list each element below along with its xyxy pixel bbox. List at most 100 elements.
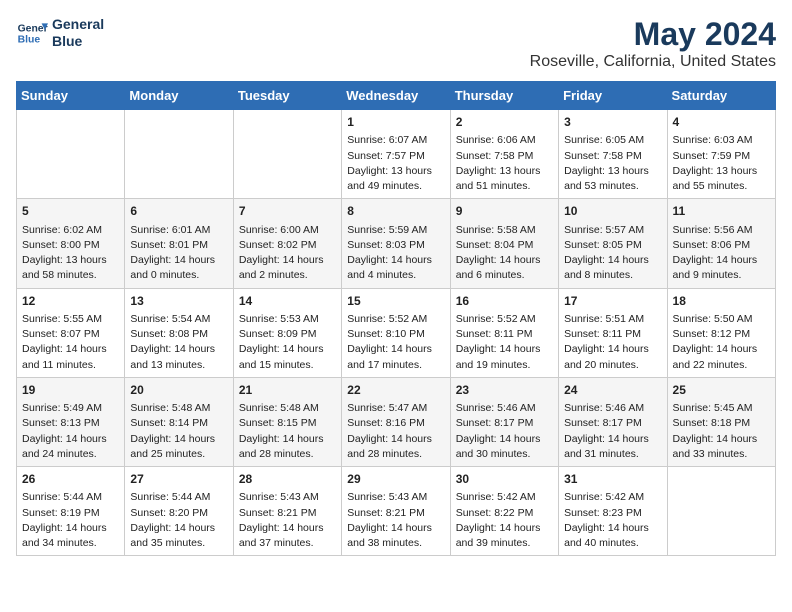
day-number: 1	[347, 114, 444, 131]
calendar-cell: 31Sunrise: 5:42 AMSunset: 8:23 PMDayligh…	[559, 467, 667, 556]
day-content: Sunrise: 5:59 AMSunset: 8:03 PMDaylight:…	[347, 223, 444, 284]
day-content: Sunrise: 5:51 AMSunset: 8:11 PMDaylight:…	[564, 312, 661, 373]
day-number: 7	[239, 203, 336, 220]
day-content: Sunrise: 5:47 AMSunset: 8:16 PMDaylight:…	[347, 401, 444, 462]
calendar-cell: 3 Sunrise: 6:05 AMSunset: 7:58 PMDaylight…	[559, 110, 667, 199]
calendar-week-row: 1 Sunrise: 6:07 AMSunset: 7:57 PMDaylight…	[17, 110, 776, 199]
calendar-cell: 17 Sunrise: 5:51 AMSunset: 8:11 PMDayligh…	[559, 288, 667, 377]
calendar-cell: 11 Sunrise: 5:56 AMSunset: 8:06 PMDayligh…	[667, 199, 775, 288]
day-number: 29	[347, 471, 444, 488]
day-number: 8	[347, 203, 444, 220]
day-content: Sunrise: 6:01 AMSunset: 8:01 PMDaylight:…	[130, 223, 227, 284]
calendar-cell: 10Sunrise: 5:57 AMSunset: 8:05 PMDayligh…	[559, 199, 667, 288]
day-content: Sunrise: 5:45 AMSunset: 8:18 PMDaylight:…	[673, 401, 770, 462]
calendar-cell: 5Sunrise: 6:02 AMSunset: 8:00 PMDaylight…	[17, 199, 125, 288]
calendar-cell: 16 Sunrise: 5:52 AMSunset: 8:11 PMDayligh…	[450, 288, 558, 377]
weekday-header-cell: Wednesday	[342, 82, 450, 110]
calendar-week-row: 12 Sunrise: 5:55 AMSunset: 8:07 PMDayligh…	[17, 288, 776, 377]
day-number: 9	[456, 203, 553, 220]
calendar-cell	[17, 110, 125, 199]
day-number: 28	[239, 471, 336, 488]
day-content: Sunrise: 5:44 AMSunset: 8:20 PMDaylight:…	[130, 490, 227, 551]
day-content: Sunrise: 5:44 AMSunset: 8:19 PMDaylight:…	[22, 490, 119, 551]
day-content: Sunrise: 5:55 AMSunset: 8:07 PMDaylight:…	[22, 312, 119, 373]
weekday-header-cell: Tuesday	[233, 82, 341, 110]
calendar-cell: 18 Sunrise: 5:50 AMSunset: 8:12 PMDayligh…	[667, 288, 775, 377]
svg-text:Blue: Blue	[18, 34, 41, 45]
weekday-header-cell: Friday	[559, 82, 667, 110]
main-title: May 2024	[530, 16, 776, 53]
calendar-cell: 1 Sunrise: 6:07 AMSunset: 7:57 PMDaylight…	[342, 110, 450, 199]
day-number: 4	[673, 114, 770, 131]
day-content: Sunrise: 6:05 AMSunset: 7:58 PMDaylight:…	[564, 133, 661, 194]
calendar-cell: 2Sunrise: 6:06 AMSunset: 7:58 PMDaylight…	[450, 110, 558, 199]
calendar-week-row: 26 Sunrise: 5:44 AMSunset: 8:19 PMDayligh…	[17, 467, 776, 556]
weekday-header-cell: Monday	[125, 82, 233, 110]
subtitle: Roseville, California, United States	[530, 53, 776, 71]
calendar-cell	[667, 467, 775, 556]
calendar-cell: 22 Sunrise: 5:47 AMSunset: 8:16 PMDayligh…	[342, 377, 450, 466]
calendar-cell	[233, 110, 341, 199]
day-number: 10	[564, 203, 661, 220]
day-content: Sunrise: 6:00 AMSunset: 8:02 PMDaylight:…	[239, 223, 336, 284]
day-content: Sunrise: 5:46 AMSunset: 8:17 PMDaylight:…	[564, 401, 661, 462]
day-number: 24	[564, 382, 661, 399]
day-content: Sunrise: 6:03 AMSunset: 7:59 PMDaylight:…	[673, 133, 770, 194]
calendar-cell: 20 Sunrise: 5:48 AMSunset: 8:14 PMDayligh…	[125, 377, 233, 466]
day-content: Sunrise: 5:52 AMSunset: 8:11 PMDaylight:…	[456, 312, 553, 373]
day-number: 30	[456, 471, 553, 488]
calendar-cell: 12 Sunrise: 5:55 AMSunset: 8:07 PMDayligh…	[17, 288, 125, 377]
calendar-cell: 21 Sunrise: 5:48 AMSunset: 8:15 PMDayligh…	[233, 377, 341, 466]
calendar-cell: 9 Sunrise: 5:58 AMSunset: 8:04 PMDaylight…	[450, 199, 558, 288]
day-number: 12	[22, 293, 119, 310]
day-number: 27	[130, 471, 227, 488]
calendar-cell: 7 Sunrise: 6:00 AMSunset: 8:02 PMDaylight…	[233, 199, 341, 288]
day-number: 11	[673, 203, 770, 220]
calendar-cell: 19Sunrise: 5:49 AMSunset: 8:13 PMDayligh…	[17, 377, 125, 466]
calendar-cell: 14Sunrise: 5:53 AMSunset: 8:09 PMDayligh…	[233, 288, 341, 377]
day-content: Sunrise: 5:58 AMSunset: 8:04 PMDaylight:…	[456, 223, 553, 284]
day-content: Sunrise: 5:48 AMSunset: 8:14 PMDaylight:…	[130, 401, 227, 462]
day-number: 5	[22, 203, 119, 220]
calendar-week-row: 5Sunrise: 6:02 AMSunset: 8:00 PMDaylight…	[17, 199, 776, 288]
calendar-cell: 6 Sunrise: 6:01 AMSunset: 8:01 PMDaylight…	[125, 199, 233, 288]
day-content: Sunrise: 5:54 AMSunset: 8:08 PMDaylight:…	[130, 312, 227, 373]
logo: General Blue GeneralBlue	[16, 16, 104, 50]
calendar-week-row: 19Sunrise: 5:49 AMSunset: 8:13 PMDayligh…	[17, 377, 776, 466]
day-number: 17	[564, 293, 661, 310]
day-content: Sunrise: 5:56 AMSunset: 8:06 PMDaylight:…	[673, 223, 770, 284]
calendar-cell: 23 Sunrise: 5:46 AMSunset: 8:17 PMDayligh…	[450, 377, 558, 466]
day-content: Sunrise: 5:48 AMSunset: 8:15 PMDaylight:…	[239, 401, 336, 462]
day-number: 20	[130, 382, 227, 399]
calendar-cell: 4 Sunrise: 6:03 AMSunset: 7:59 PMDaylight…	[667, 110, 775, 199]
day-number: 18	[673, 293, 770, 310]
day-number: 25	[673, 382, 770, 399]
calendar-cell: 26 Sunrise: 5:44 AMSunset: 8:19 PMDayligh…	[17, 467, 125, 556]
weekday-header-cell: Saturday	[667, 82, 775, 110]
day-number: 22	[347, 382, 444, 399]
day-number: 3	[564, 114, 661, 131]
day-content: Sunrise: 5:52 AMSunset: 8:10 PMDaylight:…	[347, 312, 444, 373]
day-content: Sunrise: 6:07 AMSunset: 7:57 PMDaylight:…	[347, 133, 444, 194]
day-number: 21	[239, 382, 336, 399]
day-content: Sunrise: 5:49 AMSunset: 8:13 PMDaylight:…	[22, 401, 119, 462]
day-content: Sunrise: 5:50 AMSunset: 8:12 PMDaylight:…	[673, 312, 770, 373]
day-content: Sunrise: 5:46 AMSunset: 8:17 PMDaylight:…	[456, 401, 553, 462]
title-block: May 2024 Roseville, California, United S…	[530, 16, 776, 71]
day-number: 16	[456, 293, 553, 310]
day-content: Sunrise: 5:53 AMSunset: 8:09 PMDaylight:…	[239, 312, 336, 373]
calendar-cell: 28Sunrise: 5:43 AMSunset: 8:21 PMDayligh…	[233, 467, 341, 556]
calendar-cell	[125, 110, 233, 199]
day-number: 13	[130, 293, 227, 310]
calendar-cell: 15Sunrise: 5:52 AMSunset: 8:10 PMDayligh…	[342, 288, 450, 377]
calendar-cell: 25 Sunrise: 5:45 AMSunset: 8:18 PMDayligh…	[667, 377, 775, 466]
calendar-cell: 13 Sunrise: 5:54 AMSunset: 8:08 PMDayligh…	[125, 288, 233, 377]
weekday-header-cell: Thursday	[450, 82, 558, 110]
day-number: 2	[456, 114, 553, 131]
day-number: 26	[22, 471, 119, 488]
logo-text: GeneralBlue	[52, 16, 104, 50]
day-number: 23	[456, 382, 553, 399]
day-number: 6	[130, 203, 227, 220]
day-content: Sunrise: 5:42 AMSunset: 8:22 PMDaylight:…	[456, 490, 553, 551]
day-number: 31	[564, 471, 661, 488]
